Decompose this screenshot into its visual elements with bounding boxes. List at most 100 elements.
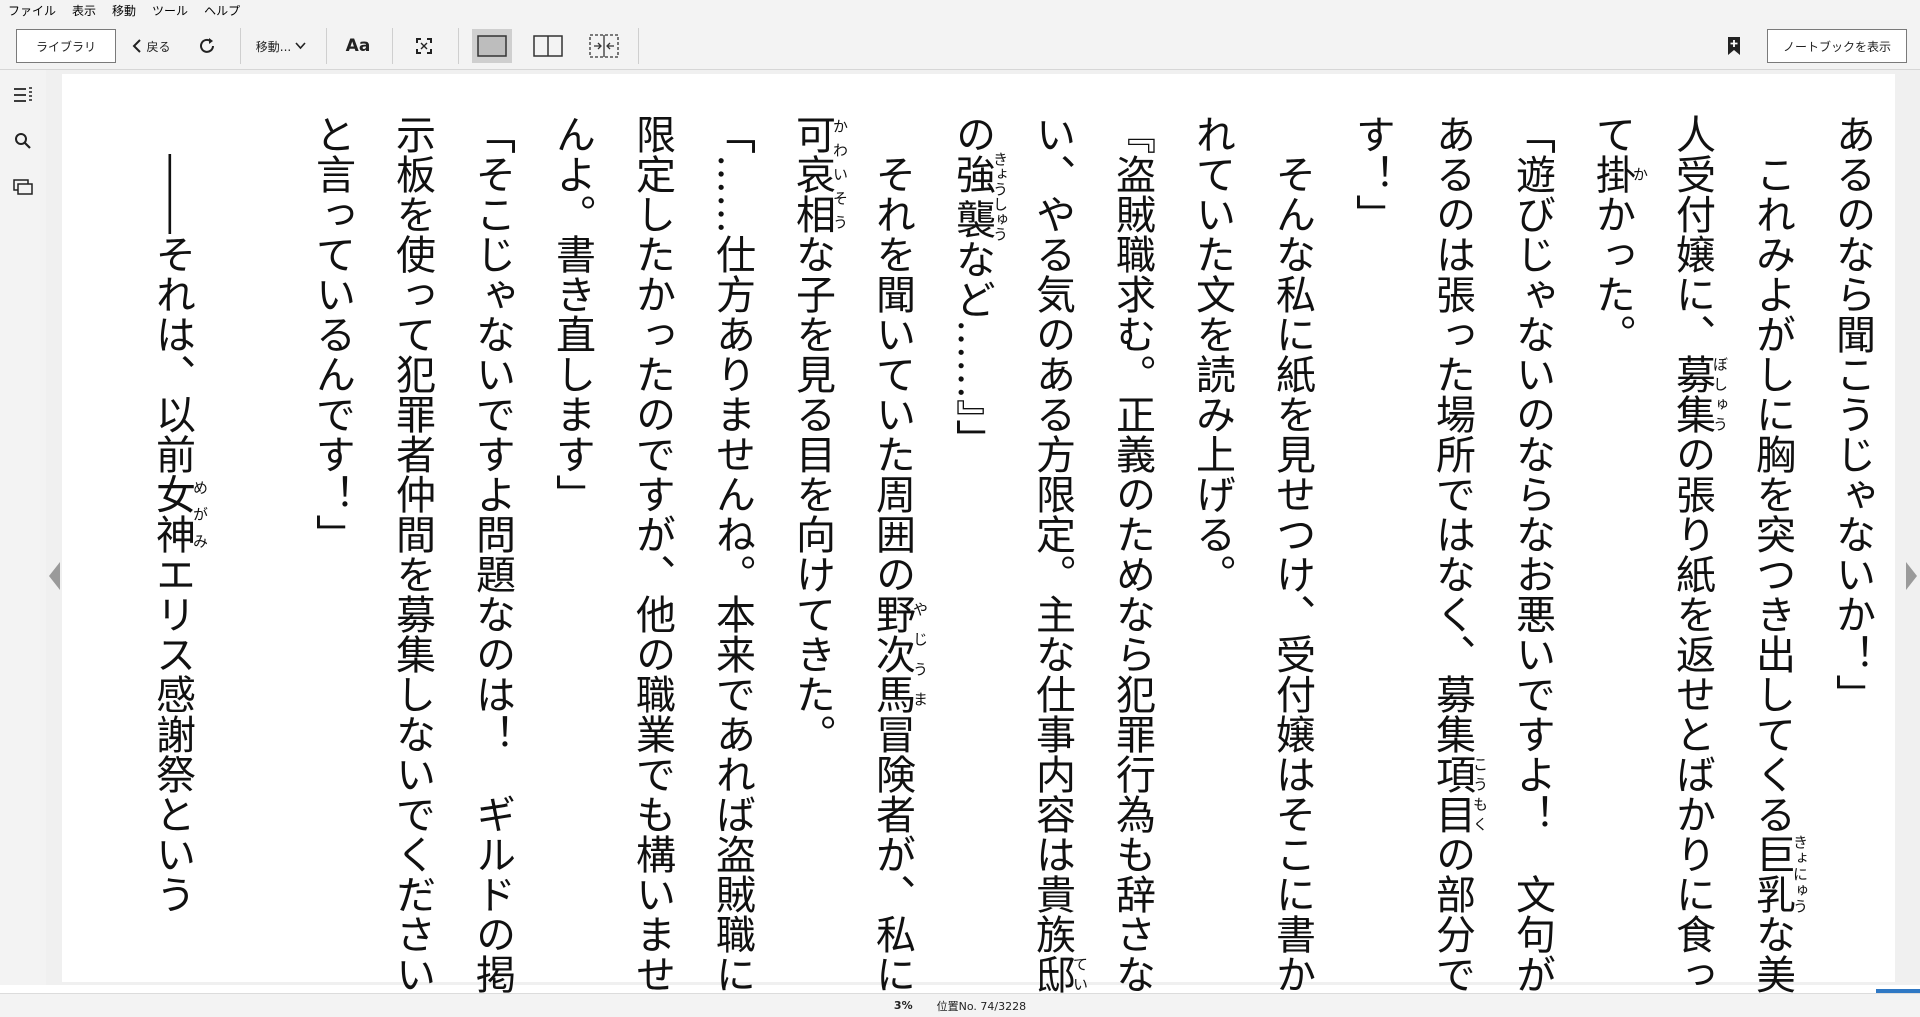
bookmark-button[interactable] [1722, 29, 1746, 63]
text-run: 冒険者が、私に [869, 714, 915, 994]
toolbar: ライブラリ 戻る 移動... Aa ノートブックを表示 [0, 22, 1920, 70]
ruby-word: 項目こうもく [1429, 754, 1489, 834]
paragraph [212, 114, 292, 1014]
library-button[interactable]: ライブラリ [16, 29, 116, 63]
chevron-down-icon [295, 42, 306, 50]
ruby-text: きょうしゅう [991, 151, 1009, 242]
ruby-base: 女神 [149, 474, 195, 554]
library-label: ライブラリ [35, 39, 96, 54]
paragraph: 「そこじゃないですよ問題なのは！ ギルドの掲示板を使って犯罪者仲間を募集しないで… [292, 114, 532, 1014]
fullscreen-icon [415, 37, 433, 55]
ruby-text: きょにゅう [1791, 834, 1809, 914]
search-icon [14, 132, 32, 150]
chevron-left-icon [131, 38, 143, 54]
paragraph: 「……仕方ありませんね。本来であれば盗賊職に限定したかったのですが、他の職業でも… [532, 114, 772, 1014]
left-sidebar [0, 70, 46, 985]
menu-help[interactable]: ヘルプ [196, 0, 248, 22]
ruby-word: 可哀相かわいそう [789, 114, 849, 234]
page-flip-icon [589, 34, 619, 58]
bookmark-add-icon [1727, 36, 1741, 56]
next-page-arrow-icon [1905, 560, 1919, 592]
flashcards-button[interactable] [12, 176, 34, 198]
single-column-icon [477, 35, 507, 57]
font-settings-button[interactable]: Aa [340, 29, 376, 63]
prev-page-arrow-icon [47, 560, 61, 592]
menu-go[interactable]: 移動 [104, 0, 144, 22]
text-run: そんな私に紙を見せつけ、受付嬢はそこに書かれていた文を読み上げる。 [1189, 114, 1315, 994]
fullscreen-button[interactable] [406, 29, 442, 63]
paragraph: これみよがしに胸を突つき出してくる巨乳きょにゅうな美人受付嬢に、募集ぼしゅうの張… [1572, 114, 1812, 1014]
ruby-base: 項目 [1429, 754, 1475, 834]
back-button[interactable]: 戻る [126, 29, 176, 63]
paragraph: そんな私に紙を見せつけ、受付嬢はそこに書かれていた文を読み上げる。 [1172, 114, 1332, 1014]
toc-button[interactable] [12, 84, 34, 106]
goto-dropdown[interactable]: 移動... [248, 29, 314, 63]
single-column-button[interactable] [472, 29, 512, 63]
next-page-button[interactable] [1904, 546, 1920, 606]
paragraph: あるのなら聞こうじゃないか！」 [1812, 114, 1892, 1014]
page-text: あるのなら聞こうじゃないか！」 これみよがしに胸を突つき出してくる巨乳きょにゅう… [149, 114, 1892, 1014]
table-of-contents-icon [13, 87, 33, 103]
text-run: つ [1749, 554, 1795, 594]
text-run: など……』」 [949, 239, 995, 459]
search-button[interactable] [12, 130, 34, 152]
font-settings-label: Aa [345, 36, 371, 56]
location-indicator: 位置No. 74/3228 [936, 999, 1027, 1013]
ruby-base: 巨乳 [1749, 834, 1795, 914]
text-run: それを聞いていた周囲の [869, 114, 915, 594]
ruby-base: 掛 [1589, 154, 1635, 194]
status-bar: 3% 位置No. 74/3228 [0, 993, 1920, 1017]
ruby-word: 女神めがみ [149, 474, 209, 554]
menu-file[interactable]: ファイル [0, 0, 64, 22]
toolbar-separator [240, 28, 241, 64]
two-column-button[interactable] [528, 29, 568, 63]
text-run: 「そこじゃないですよ問題なのは！ ギルドの掲示板を使って犯罪者仲間を募集しないで… [309, 114, 515, 994]
refresh-icon [197, 36, 217, 56]
ruby-base: 野次馬 [869, 594, 915, 714]
text-run: あるのなら聞こうじゃないか！」 [1829, 114, 1875, 714]
ruby-base: 可哀相 [789, 114, 835, 234]
text-run [229, 114, 275, 154]
book-page[interactable]: あるのなら聞こうじゃないか！」 これみよがしに胸を突つき出してくる巨乳きょにゅう… [62, 74, 1895, 994]
menu-view[interactable]: 表示 [64, 0, 104, 22]
toolbar-separator [392, 28, 393, 64]
reading-area: あるのなら聞こうじゃないか！」 これみよがしに胸を突つき出してくる巨乳きょにゅう… [46, 70, 1920, 994]
notebook-label: ノートブックを表示 [1782, 39, 1891, 54]
ruby-word: 強襲きょうしゅう [949, 151, 1009, 242]
text-run: これみよがしに胸を突 [1749, 114, 1795, 554]
text-run: 『盗賊職求む。正義のためなら犯罪行為も辞さない、やる気のある方限定。主な仕事内容… [1029, 114, 1155, 994]
ruby-base: 強襲 [949, 151, 995, 242]
ruby-word: 掛か [1589, 154, 1649, 194]
ruby-text: かわいそう [831, 114, 849, 234]
paragraph: 「遊びじゃないのならなお悪いですよ！ 文句があるのは張った場所ではなく、募集項目… [1332, 114, 1572, 1014]
progress-percent: 3% [893, 999, 913, 1012]
ruby-word: 野次馬やじうま [869, 594, 929, 714]
text-run: ――それは、以前 [149, 114, 195, 474]
page-flip-button[interactable] [584, 29, 624, 63]
paragraph: それを聞いていた周囲の野次馬やじうま冒険者が、私に 可哀相かわいそうな子を見る目を… [772, 114, 932, 1014]
toolbar-separator [638, 28, 639, 64]
text-run: 「……仕方ありませんね。本来であれば盗賊職に限定したかったのですが、他の職業でも… [549, 114, 755, 994]
prev-page-button[interactable] [46, 546, 62, 606]
two-column-icon [533, 35, 563, 57]
paragraph: 『盗賊職求む。正義のためなら犯罪行為も辞さない、やる気のある方限定。主な仕事内容… [932, 114, 1172, 1014]
text-run: な子を見る目を向けてきた。 [789, 234, 835, 754]
ruby-word: 邸てい [1029, 954, 1089, 994]
text-run: き出してくる [1749, 594, 1795, 834]
toolbar-separator [458, 28, 459, 64]
goto-label: 移動... [255, 39, 292, 54]
menu-bar: ファイル 表示 移動 ツール ヘルプ [0, 0, 1920, 22]
menu-tools[interactable]: ツール [144, 0, 196, 22]
ruby-text: めがみ [191, 474, 209, 554]
ruby-text: か [1631, 154, 1649, 194]
toolbar-separator [326, 28, 327, 64]
ruby-text: ぼしゅう [1711, 354, 1729, 434]
ruby-word: 巨乳きょにゅう [1749, 834, 1809, 914]
text-run: の [949, 114, 995, 154]
refresh-button[interactable] [190, 29, 224, 63]
paragraph: ――それは、以前女神めがみエリス感謝祭という [132, 114, 212, 1014]
back-label: 戻る [146, 39, 171, 54]
ruby-text: こうもく [1471, 754, 1489, 834]
notebook-button[interactable]: ノートブックを表示 [1767, 29, 1907, 63]
ruby-base: 邸 [1029, 954, 1075, 994]
